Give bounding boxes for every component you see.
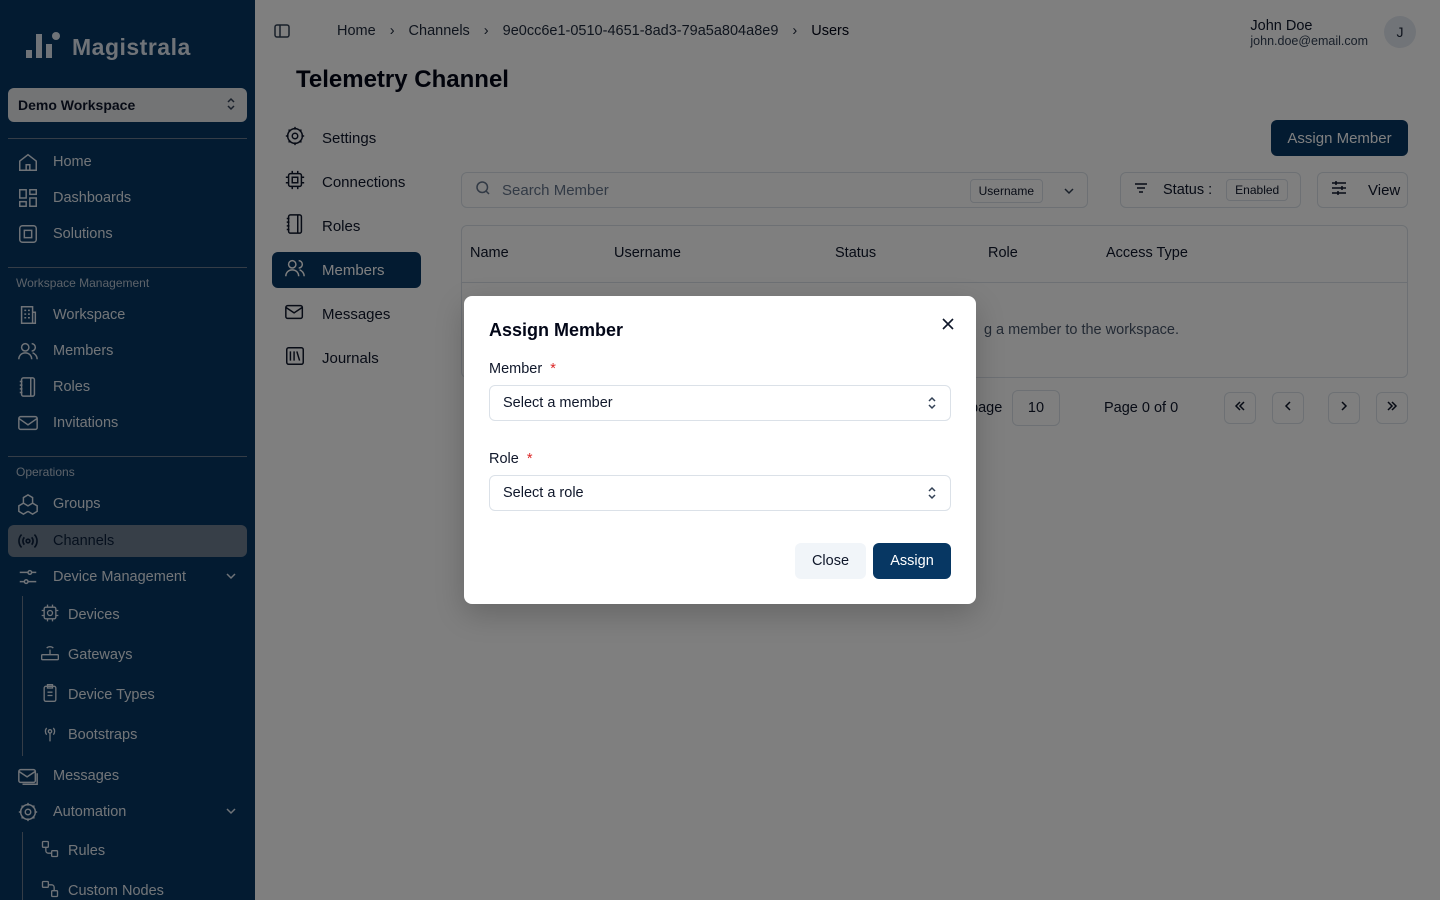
dialog-title: Assign Member xyxy=(489,320,624,340)
assign-button[interactable]: Assign xyxy=(873,543,951,579)
required-mark: * xyxy=(526,451,533,467)
chevron-up-down-icon xyxy=(926,396,938,414)
close-button[interactable]: Close xyxy=(795,543,866,579)
member-label-text: Member xyxy=(489,361,543,377)
role-field-label: Role * xyxy=(489,451,532,467)
role-select-placeholder: Select a role xyxy=(503,485,584,501)
assign-member-dialog: Assign Member Member * Select a member Ro… xyxy=(464,296,976,604)
member-field-label: Member * xyxy=(489,361,556,377)
role-select[interactable]: Select a role xyxy=(489,475,951,511)
role-label-text: Role xyxy=(489,451,519,467)
member-select[interactable]: Select a member xyxy=(489,385,951,421)
chevron-up-down-icon xyxy=(926,486,938,504)
member-select-placeholder: Select a member xyxy=(503,395,613,411)
required-mark: * xyxy=(550,361,556,377)
close-icon[interactable] xyxy=(938,314,958,334)
